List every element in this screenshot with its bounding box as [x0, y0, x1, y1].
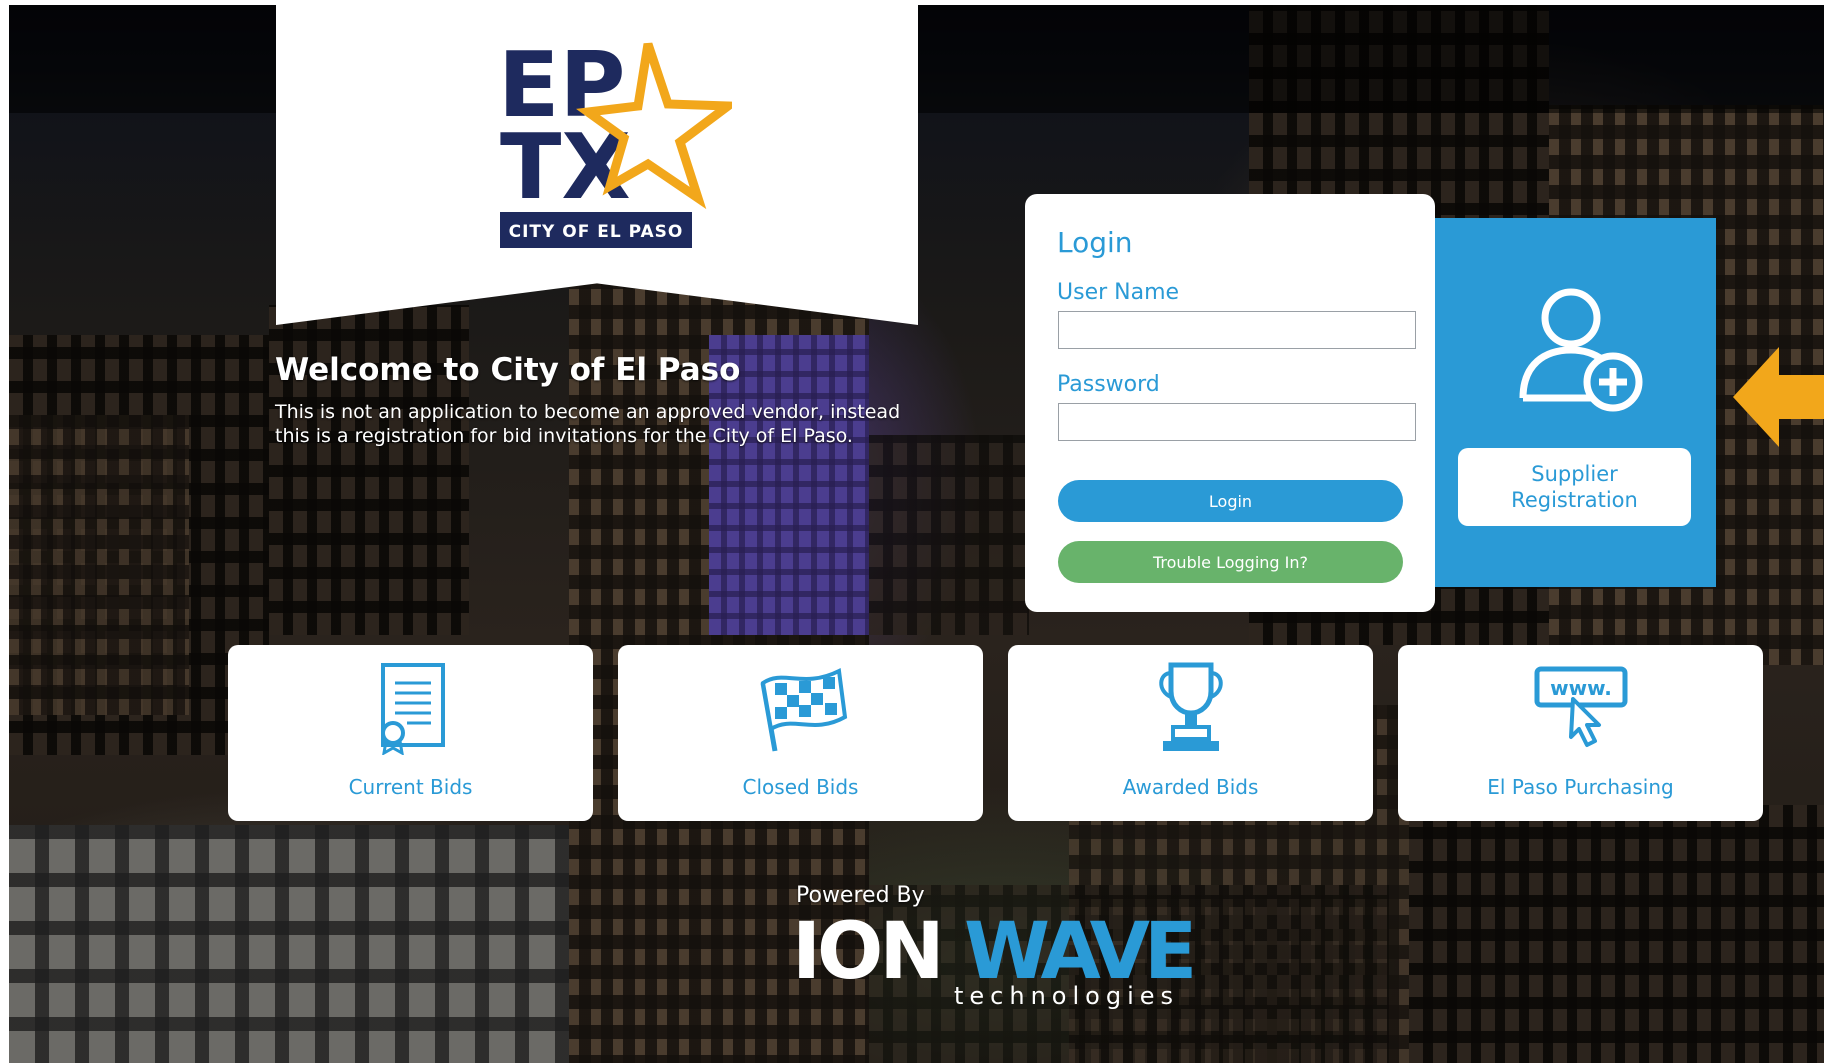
tile-label: El Paso Purchasing — [1487, 775, 1674, 799]
arrow-left-icon — [1733, 347, 1824, 447]
supplier-registration-panel: Supplier Registration — [1435, 218, 1716, 587]
city-logo: EP TX CITY OF EL PASO — [498, 36, 732, 248]
username-input[interactable] — [1058, 311, 1416, 349]
ionwave-logo: ION WAVE technologies — [792, 908, 1198, 1010]
password-label: Password — [1057, 372, 1160, 397]
username-label: User Name — [1057, 280, 1180, 305]
tile-current-bids[interactable]: Current Bids — [228, 645, 593, 821]
tile-el-paso-purchasing[interactable]: www. El Paso Purchasing — [1398, 645, 1763, 821]
tile-awarded-bids[interactable]: Awarded Bids — [1008, 645, 1373, 821]
supplier-registration-button[interactable]: Supplier Registration — [1458, 448, 1691, 526]
welcome-title: Welcome to City of El Paso — [275, 352, 741, 388]
login-card: Login User Name Password Login Trouble L… — [1025, 194, 1435, 612]
trophy-icon — [1158, 662, 1223, 751]
login-button[interactable]: Login — [1058, 480, 1403, 522]
tile-label: Awarded Bids — [1122, 775, 1259, 799]
ionwave-ion-text: ION — [792, 908, 941, 997]
checkered-flag-icon — [760, 667, 847, 752]
tile-label: Current Bids — [348, 775, 473, 799]
powered-by-text: Powered By — [796, 883, 925, 908]
certificate-icon — [380, 663, 445, 755]
login-title: Login — [1057, 226, 1133, 259]
logo-banner-text: CITY OF EL PASO — [509, 222, 684, 242]
welcome-text: This is not an application to become an … — [275, 401, 901, 447]
tile-label: Closed Bids — [742, 775, 859, 799]
user-add-icon — [1519, 288, 1643, 412]
supplier-label-line2: Registration — [1511, 488, 1638, 512]
ionwave-sub-text: technologies — [954, 982, 1179, 1010]
tile-closed-bids[interactable]: Closed Bids — [618, 645, 983, 821]
www-cursor-icon: www. — [1534, 666, 1627, 747]
trouble-logging-in-button[interactable]: Trouble Logging In? — [1058, 541, 1403, 583]
supplier-label-line1: Supplier — [1531, 462, 1618, 486]
password-input[interactable] — [1058, 403, 1416, 441]
svg-text:www.: www. — [1550, 676, 1612, 700]
